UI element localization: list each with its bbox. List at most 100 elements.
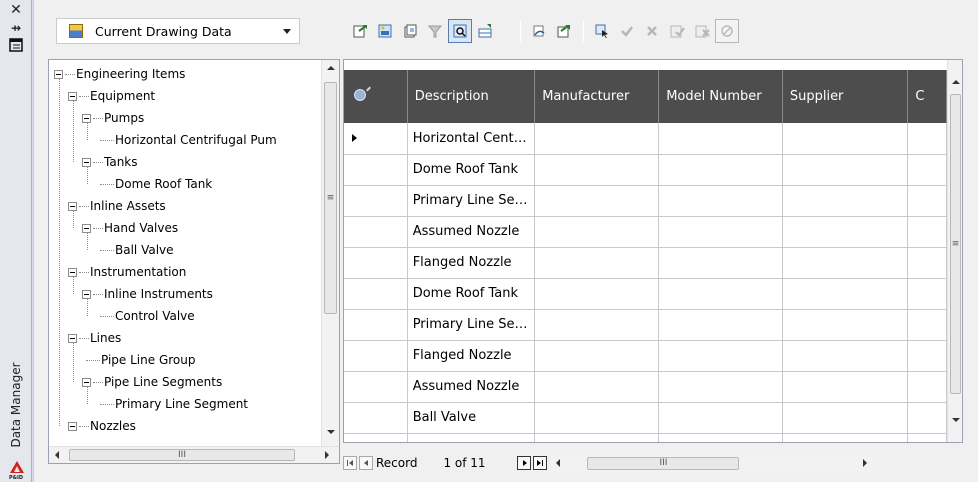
table-row[interactable]: Flanged Nozzle bbox=[344, 340, 947, 372]
description-cell[interactable]: Assumed Nozzle bbox=[407, 216, 536, 248]
extra-cell[interactable] bbox=[907, 340, 947, 372]
extra-cell[interactable] bbox=[907, 185, 947, 217]
scroll-right-arrow-icon[interactable] bbox=[863, 459, 868, 467]
tree-node[interactable]: Nozzles bbox=[68, 415, 136, 437]
table-row[interactable]: Horizontal Cent… bbox=[344, 123, 947, 155]
next-record-button[interactable] bbox=[517, 456, 532, 470]
model-number-cell[interactable] bbox=[658, 247, 783, 279]
model-number-cell[interactable] bbox=[658, 123, 783, 155]
row-header-cell[interactable] bbox=[344, 371, 408, 403]
manufacturer-cell[interactable] bbox=[534, 433, 660, 442]
tree-node[interactable]: Primary Line Segment bbox=[96, 393, 248, 415]
supplier-cell[interactable] bbox=[782, 123, 909, 155]
scroll-left-arrow-icon[interactable] bbox=[55, 451, 59, 459]
grid-horizontal-scrollbar[interactable]: III bbox=[551, 454, 874, 472]
grid-vertical-scrollbar[interactable]: ≡ bbox=[947, 60, 962, 442]
auto-hide-icon[interactable]: ⇸ bbox=[8, 20, 24, 36]
tree-node[interactable]: Pipe Line Segments bbox=[82, 371, 222, 393]
filter-button[interactable] bbox=[423, 19, 447, 43]
close-icon[interactable]: ✕ bbox=[8, 2, 24, 18]
supplier-cell[interactable] bbox=[782, 185, 909, 217]
supplier-cell[interactable] bbox=[782, 309, 909, 341]
manufacturer-cell[interactable] bbox=[534, 154, 660, 186]
collapse-toggle-icon[interactable] bbox=[68, 91, 77, 101]
model-number-cell[interactable] bbox=[658, 402, 783, 434]
table-row[interactable]: Ball Valve bbox=[344, 402, 947, 434]
table-row[interactable]: Assumed Nozzle bbox=[344, 371, 947, 403]
column-header-truncated[interactable]: C bbox=[907, 70, 947, 123]
table-row[interactable]: Dome Roof Tank bbox=[344, 154, 947, 186]
scroll-left-arrow-icon[interactable] bbox=[556, 459, 561, 467]
table-row[interactable]: Control Valve bbox=[344, 433, 947, 442]
scroll-down-arrow-icon[interactable] bbox=[326, 430, 335, 434]
extra-cell[interactable] bbox=[907, 402, 947, 434]
accept-button[interactable] bbox=[615, 19, 639, 43]
collapse-toggle-icon[interactable] bbox=[68, 201, 77, 211]
description-cell[interactable]: Flanged Nozzle bbox=[407, 247, 536, 279]
collapse-toggle-icon[interactable] bbox=[68, 267, 77, 277]
tree-horizontal-scroll-thumb[interactable]: III bbox=[69, 449, 295, 461]
export-button[interactable] bbox=[348, 19, 372, 43]
row-header-cell[interactable] bbox=[344, 278, 408, 310]
row-header-cell[interactable] bbox=[344, 216, 408, 248]
model-number-cell[interactable] bbox=[658, 216, 783, 248]
tree-node[interactable]: Ball Valve bbox=[96, 239, 174, 261]
clear-button[interactable] bbox=[715, 19, 739, 43]
manufacturer-cell[interactable] bbox=[534, 216, 660, 248]
previous-record-button[interactable] bbox=[359, 456, 373, 470]
supplier-cell[interactable] bbox=[782, 154, 909, 186]
row-header-cell[interactable] bbox=[344, 247, 408, 279]
manufacturer-cell[interactable] bbox=[534, 278, 660, 310]
extra-cell[interactable] bbox=[907, 371, 947, 403]
table-row[interactable]: Dome Roof Tank bbox=[344, 278, 947, 310]
tree-node[interactable]: Lines bbox=[68, 327, 121, 349]
tree-node[interactable]: Control Valve bbox=[96, 305, 195, 327]
model-number-cell[interactable] bbox=[658, 154, 783, 186]
view-selector-dropdown[interactable]: Current Drawing Data bbox=[56, 18, 300, 44]
row-header-cell[interactable] bbox=[344, 123, 408, 155]
reject-button[interactable] bbox=[640, 19, 664, 43]
row-header-column[interactable] bbox=[344, 70, 408, 123]
model-number-cell[interactable] bbox=[658, 185, 783, 217]
last-record-button[interactable] bbox=[533, 456, 548, 470]
description-cell[interactable]: Assumed Nozzle bbox=[407, 371, 536, 403]
extra-cell[interactable] bbox=[907, 123, 947, 155]
chevron-down-icon[interactable] bbox=[283, 29, 291, 34]
table-row[interactable]: Assumed Nozzle bbox=[344, 216, 947, 248]
tree-node[interactable]: Equipment bbox=[68, 85, 155, 107]
collapse-toggle-icon[interactable] bbox=[82, 223, 91, 233]
manufacturer-cell[interactable] bbox=[534, 185, 660, 217]
column-header-supplier[interactable]: Supplier bbox=[782, 70, 909, 123]
supplier-cell[interactable] bbox=[782, 402, 909, 434]
row-header-cell[interactable] bbox=[344, 340, 408, 372]
row-header-cell[interactable] bbox=[344, 154, 408, 186]
collapse-toggle-icon[interactable] bbox=[82, 289, 91, 299]
description-cell[interactable]: Flanged Nozzle bbox=[407, 340, 536, 372]
import-button[interactable] bbox=[373, 19, 397, 43]
extra-cell[interactable] bbox=[907, 247, 947, 279]
tree-node[interactable]: Inline Instruments bbox=[82, 283, 213, 305]
model-number-cell[interactable] bbox=[658, 433, 783, 442]
model-number-cell[interactable] bbox=[658, 278, 783, 310]
grid-horizontal-scroll-thumb[interactable]: III bbox=[587, 456, 740, 470]
column-header-manufacturer[interactable]: Manufacturer bbox=[534, 70, 660, 123]
tree-node[interactable]: Instrumentation bbox=[68, 261, 186, 283]
manufacturer-cell[interactable] bbox=[534, 123, 660, 155]
collapse-toggle-icon[interactable] bbox=[82, 113, 91, 123]
model-number-cell[interactable] bbox=[658, 309, 783, 341]
tree-node[interactable]: Dome Roof Tank bbox=[96, 173, 212, 195]
publish-button[interactable] bbox=[398, 19, 422, 43]
select-button[interactable] bbox=[590, 19, 614, 43]
row-header-cell[interactable] bbox=[344, 185, 408, 217]
reject-all-button[interactable] bbox=[690, 19, 714, 43]
table-row[interactable]: Flanged Nozzle bbox=[344, 247, 947, 279]
manufacturer-cell[interactable] bbox=[534, 402, 660, 434]
row-header-cell[interactable] bbox=[344, 433, 408, 442]
collapse-toggle-icon[interactable] bbox=[68, 421, 77, 431]
table-button[interactable] bbox=[473, 19, 497, 43]
tree-node[interactable]: Hand Valves bbox=[82, 217, 178, 239]
tree-node[interactable]: Engineering Items bbox=[54, 63, 185, 85]
tree-node[interactable]: Tanks bbox=[82, 151, 138, 173]
supplier-cell[interactable] bbox=[782, 340, 909, 372]
description-cell[interactable]: Primary Line Se… bbox=[407, 309, 536, 341]
